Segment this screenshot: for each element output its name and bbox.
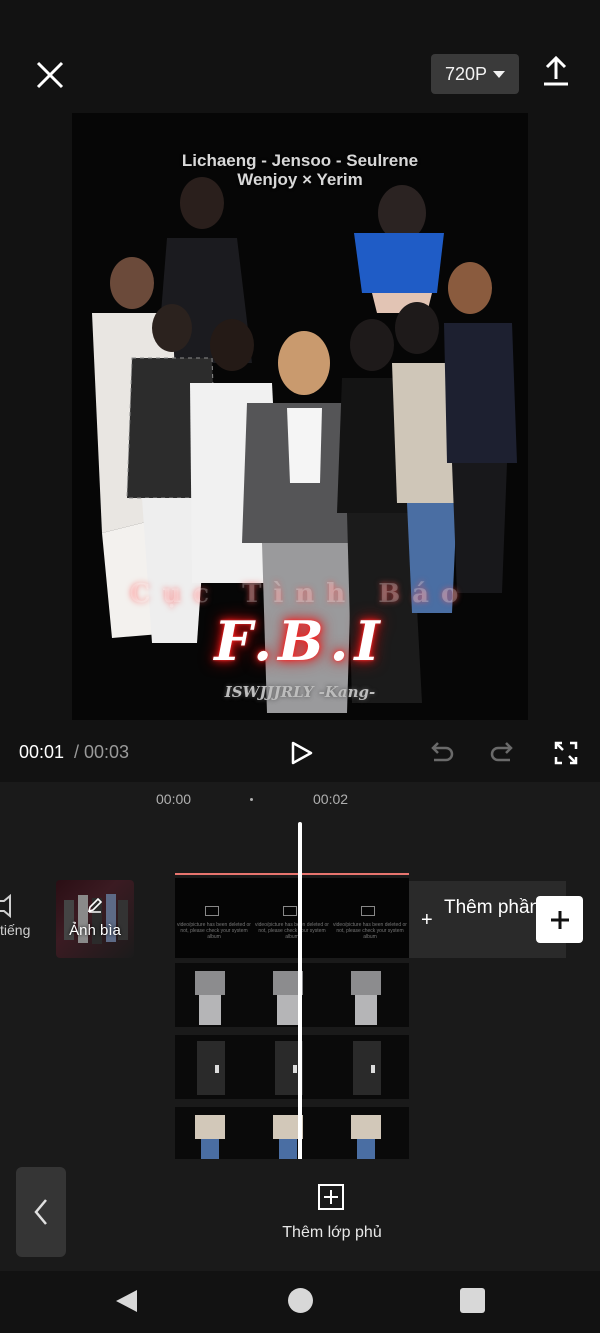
audio-label[interactable]: tiếng	[0, 922, 30, 938]
play-button[interactable]	[286, 738, 316, 768]
close-icon	[36, 61, 64, 89]
video-preview[interactable]: Lichaeng - Jensoo - Seulrene Wenjoy × Ye…	[72, 113, 528, 720]
overlay-thumbnail-black-outfit	[197, 1041, 381, 1095]
clip-frame: video/picture has been deleted or not, p…	[331, 878, 409, 958]
top-bar: 720P	[0, 0, 600, 110]
play-icon	[291, 741, 313, 765]
clip-frame: video/picture has been deleted or not, p…	[253, 878, 331, 958]
bottom-toolbar: Thêm lớp phủ	[0, 1159, 600, 1271]
fullscreen-button[interactable]	[551, 738, 581, 768]
clip-placeholder-text: video/picture has been deleted or not, p…	[255, 922, 329, 940]
undo-button[interactable]	[426, 738, 456, 768]
nav-home-icon[interactable]	[288, 1288, 313, 1313]
credits-line-1: Lichaeng - Jensoo - Seulrene	[181, 151, 419, 170]
clip-frame: video/picture has been deleted or not, p…	[175, 878, 253, 958]
nav-recents-icon[interactable]	[460, 1288, 485, 1313]
poster-credits: Lichaeng - Jensoo - Seulrene Wenjoy × Ye…	[72, 151, 528, 189]
main-video-clip[interactable]: video/picture has been deleted or not, p…	[175, 878, 409, 958]
image-missing-icon	[361, 906, 375, 916]
add-overlay-icon	[318, 1184, 344, 1210]
image-missing-icon	[283, 906, 297, 916]
add-clip-button[interactable]	[536, 896, 583, 943]
export-button[interactable]	[538, 52, 574, 92]
ruler-dot	[250, 798, 253, 801]
close-button[interactable]	[30, 55, 70, 95]
poster-signature: ISWJJJRLY -Kang-	[224, 683, 376, 701]
plus-icon: +	[421, 909, 433, 931]
playhead[interactable]	[298, 822, 302, 1159]
undo-icon	[431, 742, 454, 762]
ruler-mark-1: 00:02	[313, 791, 349, 807]
pencil-icon	[87, 897, 103, 913]
plus-icon	[550, 910, 569, 929]
ruler-mark-0: 00:00	[156, 791, 192, 807]
upload-icon	[544, 55, 568, 86]
timeline[interactable]: 00:00 00:02 tiếng Ảnh bìa video/picture …	[0, 782, 600, 1159]
cover-label: Ảnh bìa	[69, 922, 121, 939]
clip-placeholder-text: video/picture has been deleted or not, p…	[333, 922, 407, 940]
cover-button[interactable]: Ảnh bìa	[56, 880, 134, 958]
nav-back-icon[interactable]	[113, 1287, 141, 1315]
fullscreen-icon	[554, 741, 578, 765]
overlay-thumbnail-beige-blazer	[195, 1115, 381, 1159]
overlay-clip-3[interactable]	[175, 1107, 409, 1159]
poster-title: F.B.I	[214, 609, 386, 673]
clip-placeholder-text: video/picture has been deleted or not, p…	[177, 922, 251, 940]
add-overlay-label: Thêm lớp phủ	[282, 1224, 382, 1241]
main-track-indicator	[175, 873, 409, 875]
overlay-clip-2[interactable]	[175, 1035, 409, 1099]
back-button[interactable]	[16, 1167, 66, 1257]
chevron-left-icon	[34, 1199, 47, 1225]
poster-subtitle: Cục Tình Báo	[129, 579, 471, 609]
caret-down-icon	[493, 70, 506, 78]
playback-bar: 00:01 / 00:03	[0, 722, 600, 782]
overlay-thumbnail-gray-suit	[195, 971, 381, 1025]
audio-toggle-icon[interactable]	[0, 894, 14, 918]
image-missing-icon	[205, 906, 219, 916]
total-time: / 00:03	[74, 742, 130, 762]
add-overlay-button[interactable]: Thêm lớp phủ	[270, 1179, 394, 1249]
overlay-clip-1[interactable]	[175, 963, 409, 1027]
credits-line-2: Wenjoy × Yerim	[237, 170, 363, 189]
current-time: 00:01	[19, 742, 65, 762]
redo-button[interactable]	[488, 738, 518, 768]
redo-icon	[490, 742, 513, 762]
system-nav-bar	[0, 1271, 600, 1333]
resolution-label: 720P	[444, 63, 488, 84]
resolution-dropdown[interactable]: 720P	[431, 54, 519, 94]
cover-thumbnail-image	[64, 894, 128, 944]
